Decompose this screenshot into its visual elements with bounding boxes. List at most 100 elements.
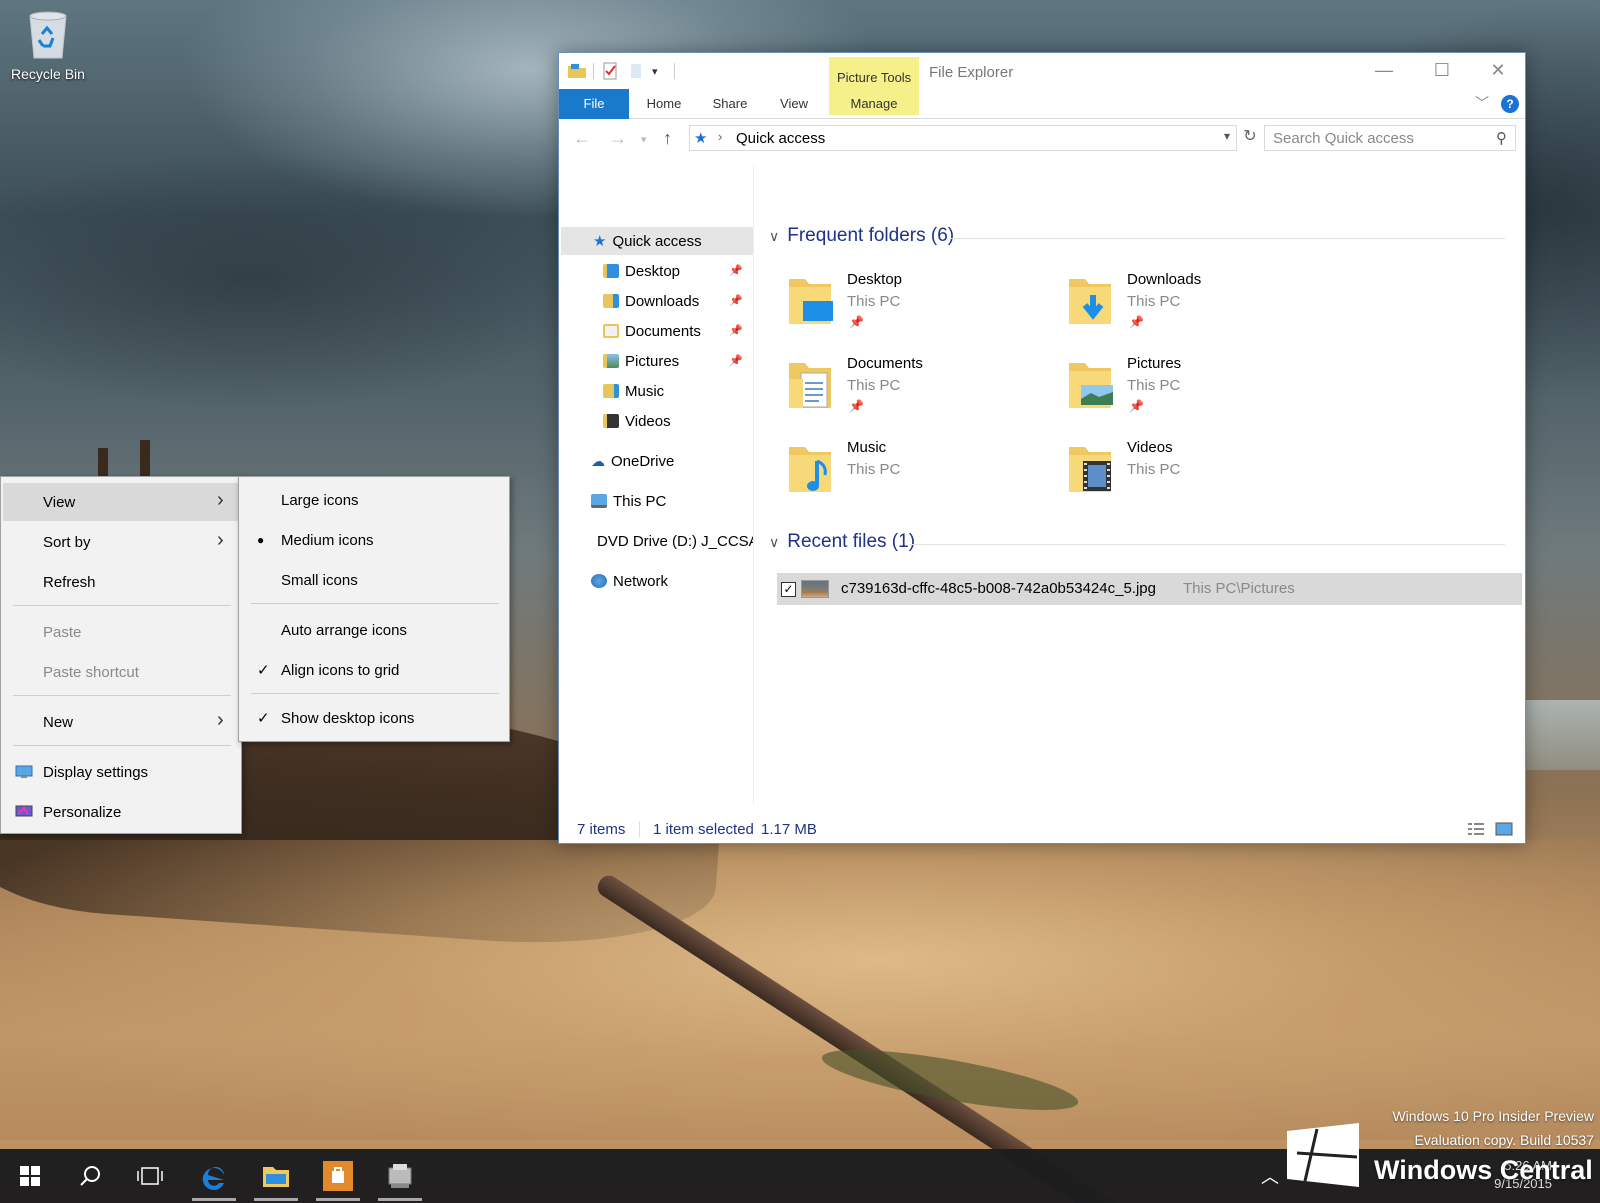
recent-locations-chevron-icon[interactable]: ▾ <box>641 133 647 146</box>
show-hidden-icons-chevron-icon[interactable]: ︿ <box>1261 1163 1279 1189</box>
nav-item-music[interactable]: Music <box>603 377 751 405</box>
downloads-folder-icon <box>603 294 619 308</box>
recent-file-row[interactable]: ✓ c739163d-cffc-48c5-b008-742a0b53424c_5… <box>777 573 1522 605</box>
customize-toolbar-chevron-icon[interactable]: ▾ <box>652 65 658 78</box>
pin-icon[interactable]: 📌 <box>729 324 743 337</box>
recycle-bin-icon <box>25 8 71 60</box>
pictures-folder-icon <box>603 354 619 368</box>
maximize-button[interactable]: ☐ <box>1419 57 1465 85</box>
menu-item-sort-by[interactable]: Sort by › <box>3 523 239 561</box>
nav-item-network[interactable]: Network <box>591 567 751 595</box>
menu-item-auto-arrange[interactable]: Auto arrange icons <box>241 611 507 649</box>
search-input[interactable]: Search Quick access ⚲ <box>1264 125 1516 151</box>
nav-label: Quick access <box>612 232 702 250</box>
menu-item-refresh[interactable]: Refresh <box>3 563 239 601</box>
nav-item-quick-access[interactable]: ★ Quick access <box>561 227 753 255</box>
nav-label: DVD Drive (D:) J_CCSA <box>597 532 753 550</box>
navigation-pane[interactable]: ★ Quick access Desktop 📌 Downloads 📌 Doc… <box>559 165 754 805</box>
tab-share[interactable]: Share <box>699 89 761 119</box>
content-pane[interactable]: ∨ Frequent folders (6) Desktop This PC 📌… <box>759 165 1522 805</box>
back-arrow-icon[interactable]: ← <box>573 128 591 149</box>
details-view-icon[interactable] <box>1467 822 1485 836</box>
pin-icon[interactable]: 📌 <box>729 354 743 367</box>
folder-tile-downloads[interactable]: Downloads This PC 📌 <box>1057 267 1317 347</box>
folder-tile-pictures[interactable]: Pictures This PC 📌 <box>1057 351 1317 431</box>
windows-central-logo-icon <box>1287 1123 1359 1187</box>
task-view-button[interactable] <box>124 1149 176 1203</box>
taskbar-edge[interactable] <box>188 1149 240 1203</box>
nav-item-pictures[interactable]: Pictures 📌 <box>603 347 751 375</box>
forward-arrow-icon[interactable]: → <box>609 128 627 149</box>
nav-item-desktop[interactable]: Desktop 📌 <box>603 257 751 285</box>
submenu-arrow-icon: › <box>217 709 224 731</box>
properties-icon[interactable] <box>600 61 620 81</box>
nav-item-videos[interactable]: Videos <box>603 407 751 435</box>
pin-icon[interactable]: 📌 <box>729 294 743 307</box>
recycle-bin[interactable]: Recycle Bin <box>8 8 88 82</box>
nav-label: OneDrive <box>611 452 675 470</box>
address-bar[interactable]: ★ › Quick access ▾ <box>689 125 1237 151</box>
start-icon <box>20 1166 40 1186</box>
breadcrumb-location[interactable]: Quick access <box>736 130 825 147</box>
nav-item-onedrive[interactable]: ☁ OneDrive <box>591 447 751 475</box>
nav-item-this-pc[interactable]: This PC <box>591 487 751 515</box>
group-title: Recent files (1) <box>787 531 916 552</box>
edge-icon <box>202 1167 224 1190</box>
wreck-post <box>140 440 150 480</box>
folder-tile-documents[interactable]: Documents This PC 📌 <box>777 351 1037 431</box>
tab-file[interactable]: File <box>559 89 629 119</box>
nav-item-dvd-drive[interactable]: DVD Drive (D:) J_CCSA <box>591 527 753 555</box>
folder-tile-desktop[interactable]: Desktop This PC 📌 <box>777 267 1037 347</box>
address-dropdown-icon[interactable]: ▾ <box>1224 129 1230 143</box>
menu-item-show-desktop-icons[interactable]: ✓ Show desktop icons <box>241 699 507 737</box>
minimize-button[interactable]: — <box>1361 57 1407 85</box>
breadcrumb-separator-icon[interactable]: › <box>718 129 722 144</box>
taskbar-file-explorer[interactable] <box>250 1149 302 1203</box>
running-indicator <box>378 1198 422 1201</box>
menu-item-paste-shortcut[interactable]: Paste shortcut <box>3 653 239 691</box>
menu-item-view[interactable]: View › <box>3 483 239 521</box>
tab-view[interactable]: View <box>765 89 823 119</box>
taskbar-store[interactable] <box>312 1149 364 1203</box>
collapse-chevron-icon[interactable]: ∨ <box>769 534 779 551</box>
quick-access-toolbar: ▾ <box>567 61 675 81</box>
menu-item-large-icons[interactable]: Large icons <box>241 481 507 519</box>
item-checkbox[interactable]: ✓ <box>781 582 796 597</box>
menu-item-paste[interactable]: Paste <box>3 613 239 651</box>
title-bar[interactable]: ▾ Picture Tools File Explorer — ☐ ✕ <box>559 53 1525 115</box>
menu-item-display-settings[interactable]: Display settings <box>3 753 239 791</box>
menu-item-align-to-grid[interactable]: ✓ Align icons to grid <box>241 651 507 689</box>
computer-icon <box>591 494 607 508</box>
nav-item-downloads[interactable]: Downloads 📌 <box>603 287 751 315</box>
frequent-folders-header[interactable]: ∨ Frequent folders (6) <box>769 225 954 247</box>
pin-icon: 📌 <box>849 399 864 413</box>
new-folder-icon[interactable] <box>626 61 646 81</box>
search-button[interactable] <box>64 1149 116 1203</box>
nav-item-documents[interactable]: Documents 📌 <box>603 317 751 345</box>
menu-item-medium-icons[interactable]: ● Medium icons <box>241 521 507 559</box>
search-icon: ⚲ <box>1496 130 1507 147</box>
tab-home[interactable]: Home <box>633 89 695 119</box>
radio-dot-icon: ● <box>257 533 265 547</box>
menu-item-personalize[interactable]: Personalize <box>3 793 239 831</box>
folder-icon[interactable] <box>567 61 587 81</box>
pin-icon[interactable]: 📌 <box>729 264 743 277</box>
menu-item-small-icons[interactable]: Small icons <box>241 561 507 599</box>
expand-ribbon-chevron-icon[interactable]: ﹀ <box>1475 93 1489 113</box>
folder-tile-music[interactable]: Music This PC <box>777 435 1037 515</box>
up-arrow-icon[interactable]: ↑ <box>663 128 672 149</box>
personalize-icon <box>15 805 33 817</box>
menu-item-new[interactable]: New › <box>3 703 239 741</box>
refresh-icon[interactable]: ↻ <box>1239 126 1261 150</box>
help-icon[interactable]: ? <box>1501 95 1519 113</box>
start-button[interactable] <box>4 1149 56 1203</box>
taskbar-app[interactable] <box>374 1149 426 1203</box>
collapse-chevron-icon[interactable]: ∨ <box>769 228 779 245</box>
large-icons-view-icon[interactable] <box>1495 822 1513 836</box>
recent-files-header[interactable]: ∨ Recent files (1) <box>769 531 915 553</box>
close-button[interactable]: ✕ <box>1475 57 1521 85</box>
file-explorer-window[interactable]: ▾ Picture Tools File Explorer — ☐ ✕ File… <box>558 52 1526 844</box>
folder-tile-videos[interactable]: Videos This PC <box>1057 435 1317 515</box>
tab-manage[interactable]: Manage <box>829 89 919 119</box>
window-title: File Explorer <box>929 64 1014 81</box>
